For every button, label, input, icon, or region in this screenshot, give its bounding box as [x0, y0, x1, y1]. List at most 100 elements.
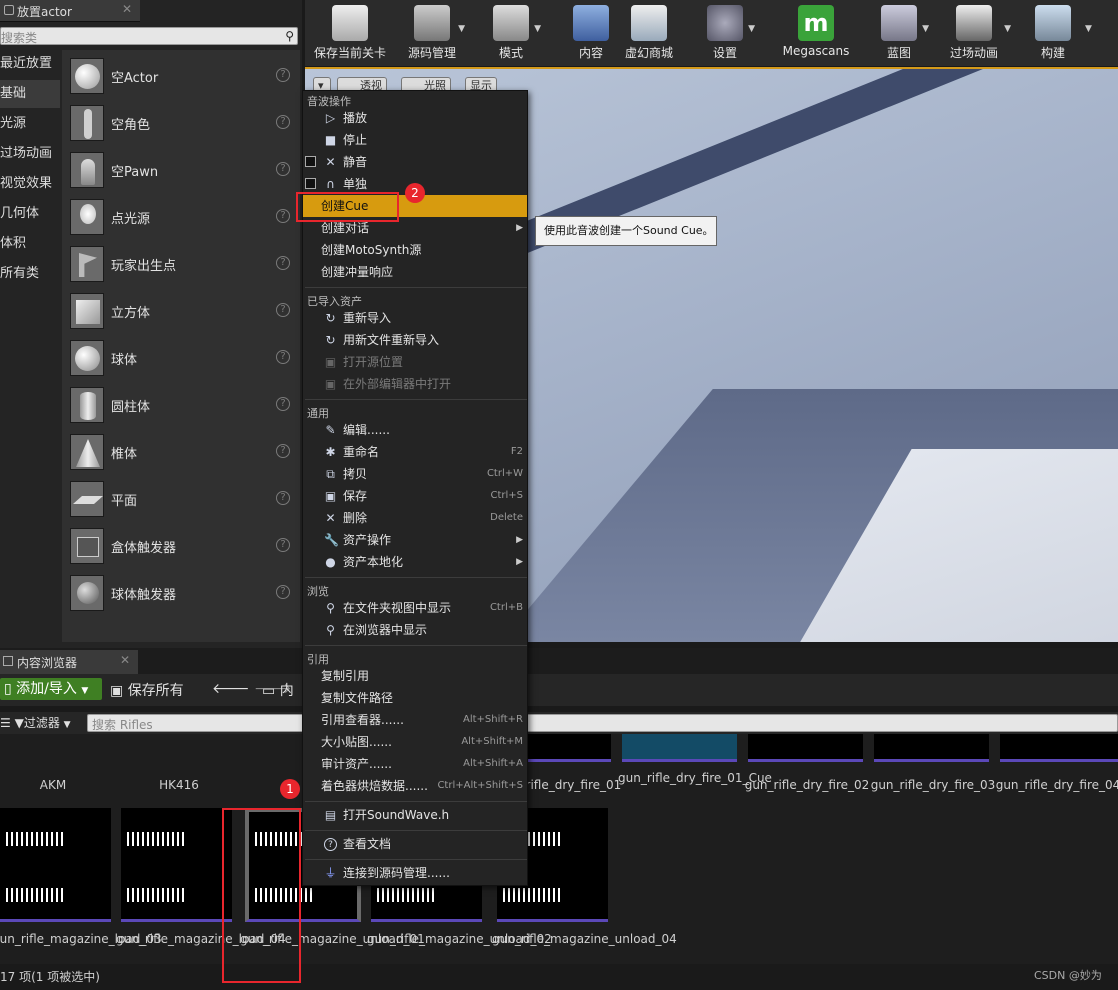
- actor-item[interactable]: 球体?: [62, 334, 300, 381]
- actor-item[interactable]: 空Actor?: [62, 52, 300, 99]
- close-icon[interactable]: ✕: [120, 653, 130, 667]
- filters-button[interactable]: ☰ ▼过滤器 ▼: [0, 714, 71, 731]
- save-all-button[interactable]: ▣ 保存所有: [110, 680, 184, 700]
- menu-item-duplicate[interactable]: ⧉ 拷贝 Ctrl+W: [303, 463, 527, 485]
- asset-thumbnail[interactable]: [748, 734, 863, 762]
- actor-item[interactable]: 点光源?: [62, 193, 300, 240]
- actor-item[interactable]: 空Pawn?: [62, 146, 300, 193]
- category-cinematic[interactable]: 过场动画: [0, 140, 60, 168]
- menu-item-shader-cook-stats[interactable]: 着色器烘焙数据...... Ctrl+Alt+Shift+S: [303, 775, 527, 797]
- actor-item[interactable]: 立方体?: [62, 287, 300, 334]
- source-control-button[interactable]: ▼ 源码管理: [393, 0, 471, 66]
- add-import-button[interactable]: ▯ 添加/导入 ▼: [0, 678, 102, 700]
- actor-item[interactable]: 玩家出生点?: [62, 240, 300, 287]
- category-lights[interactable]: 光源: [0, 110, 60, 138]
- settings-button[interactable]: ▼ 设置: [693, 0, 757, 66]
- menu-item-show-in-folder-view[interactable]: ⚲ 在文件夹视图中显示 Ctrl+B: [303, 597, 527, 619]
- category-visual-effects[interactable]: 视觉效果: [0, 170, 60, 198]
- close-icon[interactable]: ✕: [122, 2, 132, 16]
- asset-thumbnail[interactable]: [0, 808, 111, 922]
- menu-item-open-external-editor[interactable]: ▣ 在外部编辑器中打开: [303, 373, 527, 395]
- menu-item-open-source-file[interactable]: ▤ 打开SoundWave.h: [303, 804, 527, 826]
- help-icon[interactable]: ?: [276, 303, 290, 317]
- category-recent[interactable]: 最近放置: [0, 50, 60, 78]
- menu-item-asset-localization[interactable]: ● 资产本地化 ▶: [303, 551, 527, 573]
- menu-item-size-map[interactable]: 大小贴图...... Alt+Shift+M: [303, 731, 527, 753]
- folder-name[interactable]: HK416: [116, 778, 242, 792]
- tab-place-actor[interactable]: 放置actor ✕: [0, 0, 140, 22]
- save-level-button[interactable]: 保存当前关卡: [309, 0, 391, 66]
- mute-checkbox[interactable]: [305, 156, 316, 167]
- category-all-classes[interactable]: 所有类: [0, 260, 60, 288]
- help-icon[interactable]: ?: [276, 115, 290, 129]
- asset-name[interactable]: gun_rifle_dry_fire_01_Cue: [618, 771, 772, 785]
- toolbar-label: 保存当前关卡: [313, 46, 386, 60]
- asset-name[interactable]: gun_rifle_magazine_unload_04: [492, 932, 677, 946]
- help-icon[interactable]: ?: [276, 491, 290, 505]
- content-button[interactable]: 内容: [561, 0, 621, 66]
- menu-item-reimport[interactable]: ↻ 重新导入: [303, 307, 527, 329]
- help-icon[interactable]: ?: [276, 538, 290, 552]
- help-icon[interactable]: ?: [276, 209, 290, 223]
- asset-thumbnail[interactable]: [874, 734, 989, 762]
- asset-name[interactable]: gun_rifle_dry_fire_04: [994, 778, 1118, 792]
- actor-item[interactable]: 盒体触发器?: [62, 522, 300, 569]
- asset-search-input[interactable]: 搜索 Rifles: [87, 714, 1118, 732]
- menu-item-audit-assets[interactable]: 审计资产...... Alt+Shift+A: [303, 753, 527, 775]
- menu-item-rename[interactable]: ✱ 重命名 F2: [303, 441, 527, 463]
- asset-thumbnail[interactable]: [622, 734, 737, 762]
- help-icon[interactable]: ?: [276, 256, 290, 270]
- category-basic[interactable]: 基础: [0, 80, 60, 108]
- class-search-input[interactable]: 搜索类 ⚲: [0, 27, 298, 45]
- menu-item-mute[interactable]: ✕ 静音: [303, 151, 527, 173]
- help-icon[interactable]: ?: [276, 397, 290, 411]
- menu-divider: [305, 830, 527, 831]
- asset-thumbnail[interactable]: [1000, 734, 1118, 762]
- menu-item-copy-file-path[interactable]: 复制文件路径: [303, 687, 527, 709]
- help-icon[interactable]: ?: [276, 585, 290, 599]
- back-arrow-icon[interactable]: 🡐: [212, 681, 250, 697]
- help-icon[interactable]: ?: [276, 350, 290, 364]
- help-icon[interactable]: ?: [276, 68, 290, 82]
- actor-item[interactable]: 球体触发器?: [62, 569, 300, 616]
- category-geometry[interactable]: 几何体: [0, 200, 60, 228]
- build-button[interactable]: 构建: [1029, 0, 1077, 66]
- help-icon[interactable]: ?: [276, 162, 290, 176]
- modes-button[interactable]: ▼ 模式: [479, 0, 543, 66]
- menu-item-show-in-explorer[interactable]: ⚲ 在浏览器中显示: [303, 619, 527, 641]
- build-dropdown-icon[interactable]: ▼: [1085, 24, 1092, 34]
- menu-item-open-source-location[interactable]: ▣ 打开源位置: [303, 351, 527, 373]
- asset-name[interactable]: gun_rifle_dry_fire_03: [869, 778, 997, 792]
- menu-item-stop[interactable]: ■ 停止: [303, 129, 527, 151]
- tab-content-browser[interactable]: 内容浏览器 ✕: [0, 650, 138, 674]
- help-icon[interactable]: ?: [276, 444, 290, 458]
- asset-name[interactable]: gun_rifle_magazine_load_03: [0, 932, 162, 946]
- asset-name[interactable]: gun_rifle_magazine_unload_02: [367, 932, 552, 946]
- asset-thumbnail[interactable]: [121, 808, 232, 922]
- marketplace-button[interactable]: 虚幻商城: [621, 0, 677, 66]
- actor-item[interactable]: 圆柱体?: [62, 381, 300, 428]
- cinematics-button[interactable]: ▼ 过场动画: [937, 0, 1011, 66]
- blueprints-button[interactable]: ▼ 蓝图: [871, 0, 929, 66]
- folder-name[interactable]: AKM: [0, 778, 116, 792]
- menu-item-edit[interactable]: ✎ 编辑......: [303, 419, 527, 441]
- actor-item[interactable]: 平面?: [62, 475, 300, 522]
- menu-item-delete[interactable]: ✕ 删除 Delete: [303, 507, 527, 529]
- menu-item-reimport-new-file[interactable]: ↻ 用新文件重新导入: [303, 329, 527, 351]
- category-volumes[interactable]: 体积: [0, 230, 60, 258]
- menu-item-save[interactable]: ▣ 保存 Ctrl+S: [303, 485, 527, 507]
- menu-item-reference-viewer[interactable]: 引用查看器...... Alt+Shift+R: [303, 709, 527, 731]
- asset-name[interactable]: gun_rifle_dry_fire_02: [744, 778, 870, 792]
- solo-checkbox[interactable]: [305, 178, 316, 189]
- actor-item[interactable]: 椎体?: [62, 428, 300, 475]
- path-breadcrumb[interactable]: ▭ 内: [262, 680, 294, 700]
- megascans-button[interactable]: m Megascans: [779, 0, 853, 66]
- menu-item-view-docs[interactable]: ? 查看文档: [303, 833, 527, 855]
- menu-item-create-impulse-response[interactable]: 创建冲量响应: [303, 261, 527, 283]
- menu-item-asset-actions[interactable]: 🔧 资产操作 ▶: [303, 529, 527, 551]
- menu-item-copy-reference[interactable]: 复制引用: [303, 665, 527, 687]
- actor-item[interactable]: 空角色?: [62, 99, 300, 146]
- menu-item-play[interactable]: ▷ 播放: [303, 107, 527, 129]
- menu-item-create-motosynth[interactable]: 创建MotoSynth源: [303, 239, 527, 261]
- menu-item-connect-source-control[interactable]: ⏚ 连接到源码管理......: [303, 862, 527, 884]
